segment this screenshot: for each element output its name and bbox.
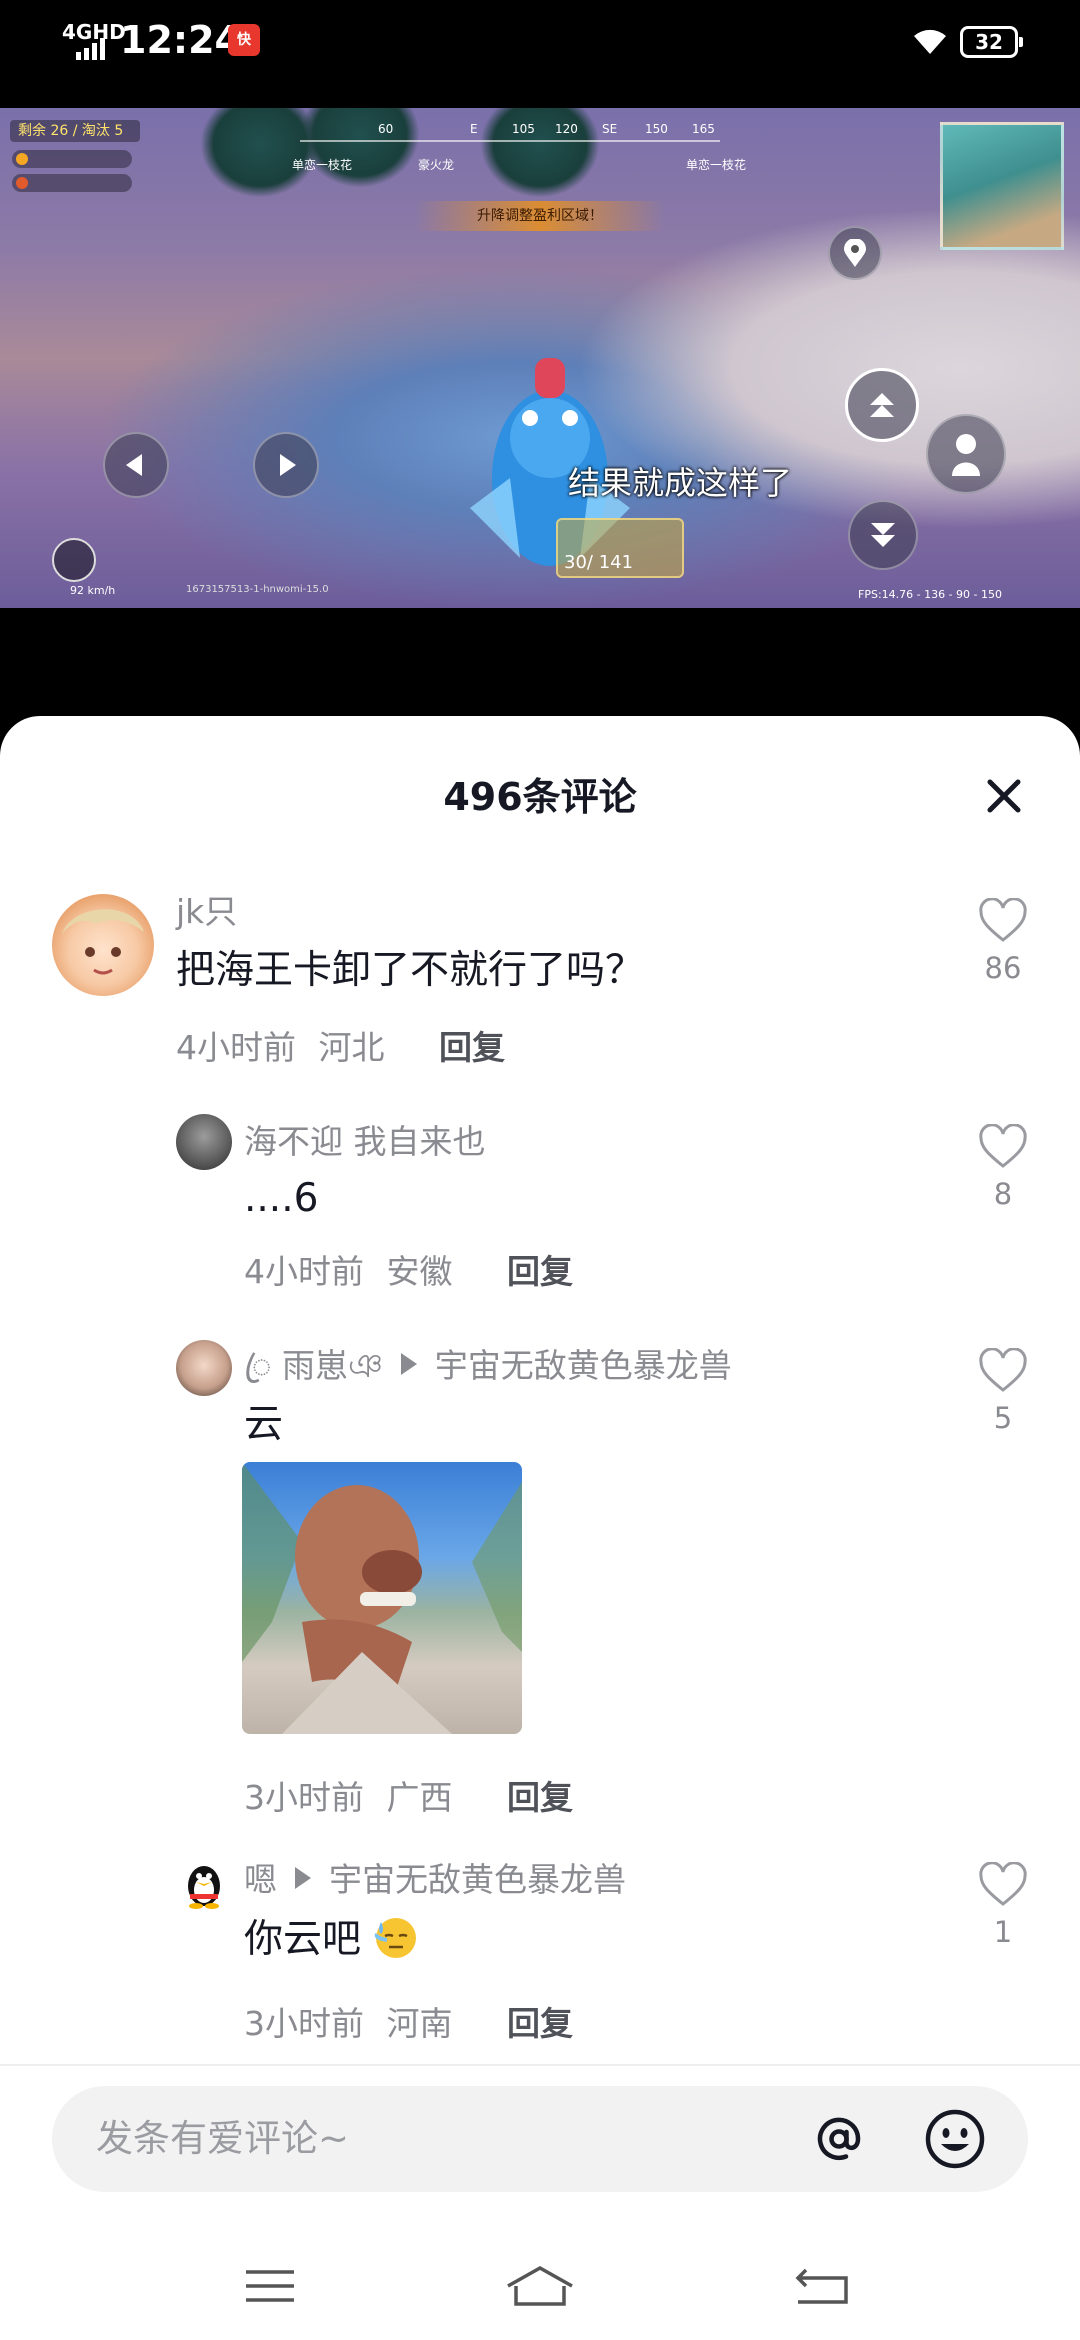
comment-author[interactable]: jk只 [176,892,237,932]
author-name[interactable]: 嗯 [244,1860,277,1899]
map-marker-button [828,226,882,280]
ascend-button [845,368,919,442]
comment-text: 云 [244,1402,284,1447]
teammate-health-bar [12,150,132,168]
move-right-button [253,432,319,498]
reply-button[interactable]: 回复 [439,1028,505,1067]
emoji-icon[interactable] [922,2106,988,2172]
character-action-button [926,414,1006,494]
avatar[interactable] [176,1114,232,1170]
divider [0,2064,1080,2066]
at-mention-icon[interactable] [806,2106,872,2172]
comment-input[interactable]: 发条有爱评论~ [52,2086,1028,2192]
compass-label: 105 [512,122,535,136]
player-tag: 单恋一枝花 [292,158,353,172]
like-button[interactable]: 5 [968,1348,1038,1436]
reply-button[interactable]: 回复 [507,1252,573,1291]
compass-bar: 60 E 105 120 SE 150 165 [300,118,720,142]
system-nav-bar [0,2256,1080,2340]
comment-time: 3小时前 [244,2004,364,2043]
compass-label: E [470,122,478,136]
back-icon[interactable] [784,2256,864,2316]
comment-image[interactable] [242,1462,522,1734]
heart-icon [979,1862,1027,1906]
move-left-button [103,432,169,498]
like-count: 1 [993,1915,1013,1949]
comment-author: 嗯 宇宙无敌黄色暴龙兽 [244,1860,626,1900]
reply-target[interactable]: 宇宙无敌黄色暴龙兽 [329,1860,626,1899]
comment-meta: 3小时前 河南 回复 [244,2004,573,2044]
video-player[interactable]: 剩余 26 / 淘汰 5 60 E 105 120 SE 150 165 单恋一… [0,108,1080,608]
heart-icon [979,898,1027,942]
comments-sheet: 496条评论 jk只 把海王卡卸了不就行了吗？ 4小时前 河北 回复 86 海不… [0,716,1080,2340]
reply-target[interactable]: 宇宙无敌黄色暴龙兽 [435,1346,732,1385]
zone-warning-banner: 升降调整盈利区域！ [415,201,665,231]
comment-time: 4小时前 [244,1252,364,1291]
comment-meta: 4小时前 河北 回复 [176,1028,505,1068]
comment-location: 河北 [318,1028,385,1067]
status-bar: 4GHD 12:24 快 32 [0,0,1080,108]
comment-text: 你云吧 [244,1914,419,1965]
qq-penguin-avatar[interactable] [176,1856,232,1912]
comment-author[interactable]: 海不迎 我自来也 [244,1122,486,1162]
kuaishou-app-icon: 快 [228,24,260,56]
speed-readout: 92 km/h [70,584,116,597]
like-button[interactable]: 86 [968,898,1038,986]
comment-time: 3小时前 [244,1778,364,1817]
comment-location: 安徽 [386,1252,453,1291]
speedometer-icon [52,538,96,582]
reply-arrow-icon [295,1867,311,1889]
minimap [940,122,1064,250]
comment-author: ꦿ 雨崽ঞ 宇宙无敌黄色暴龙兽 [244,1346,732,1386]
author-name[interactable]: ꦿ 雨崽ঞ [244,1346,383,1385]
compass-label: 150 [645,122,668,136]
compass-label: 60 [378,122,394,136]
like-button[interactable]: 8 [968,1124,1038,1212]
hud-remaining: 剩余 26 / 淘汰 5 [10,120,140,142]
clock: 12:24 [120,18,241,62]
like-count: 8 [993,1177,1013,1211]
heart-icon [979,1124,1027,1168]
player-tag: 豪火龙 [418,158,455,172]
comment-meta: 3小时前 广西 回复 [244,1778,573,1818]
close-icon[interactable] [986,778,1022,814]
sweat-emoji-icon [375,1918,417,1958]
avatar[interactable] [52,894,154,996]
compass-label: 120 [555,122,578,136]
reply-arrow-icon [400,1353,417,1375]
video-subtitle: 结果就成这样了 [568,464,793,502]
comment-meta: 4小时前 安徽 回复 [244,1252,573,1292]
ammo-counter: 30/ 141 [556,518,684,578]
comments-count-title: 496条评论 [443,775,637,819]
fps-readout: FPS:14.76 - 136 - 90 - 150 [858,588,1003,601]
like-count: 5 [993,1401,1013,1435]
reply-button[interactable]: 回复 [507,2004,573,2043]
reply-button[interactable]: 回复 [507,1778,573,1817]
player-tag: 单恋一枝花 [686,158,747,172]
comment-input-placeholder: 发条有爱评论~ [96,2117,350,2160]
comment-text: ....6 [244,1176,319,1221]
like-button[interactable]: 1 [968,1862,1038,1950]
menu-icon[interactable] [232,2256,312,2316]
comment-location: 河南 [386,2004,453,2043]
comment-text: 把海王卡卸了不就行了吗？ [176,948,645,993]
compass-label: 165 [692,122,715,136]
comment-text-content: 你云吧 [244,1917,362,1962]
like-count: 86 [984,951,1022,985]
avatar[interactable] [176,1340,232,1396]
compass-label: SE [602,122,618,136]
comment-time: 4小时前 [176,1028,296,1067]
teammate-health-bar [12,174,132,192]
signal-icon [76,38,105,60]
home-icon[interactable] [500,2256,580,2316]
clip-id: 1673157513-1-hnwomi-15.0 [186,584,329,595]
descend-button [848,500,918,570]
heart-icon [979,1348,1027,1392]
wifi-icon [914,29,946,54]
comment-location: 广西 [386,1778,453,1817]
battery-indicator: 32 [960,26,1023,58]
